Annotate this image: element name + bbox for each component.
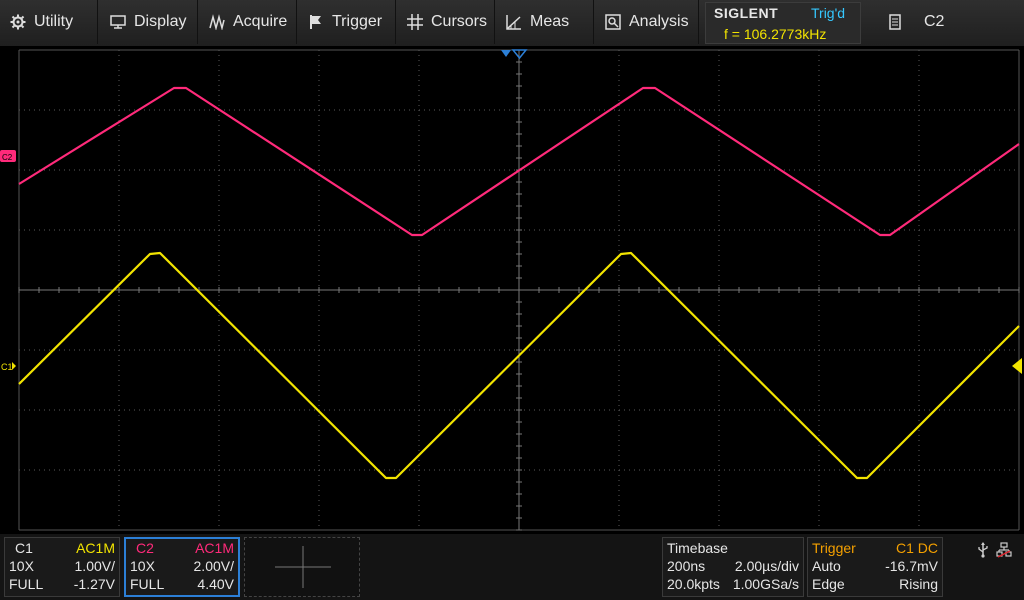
- gear-icon: [10, 14, 26, 30]
- plus-icon: [275, 546, 331, 588]
- trigger-status: Trig'd: [811, 5, 846, 21]
- c2-probe: 10X: [130, 558, 155, 574]
- monitor-icon: [110, 14, 126, 30]
- trigger-title: Trigger: [812, 540, 856, 556]
- cursors-label: Cursors: [431, 13, 488, 30]
- trigger-box[interactable]: Trigger C1 DC Auto -16.7mV Edge Rising: [807, 537, 943, 597]
- c1-name: C1: [15, 540, 33, 556]
- cursors-menu-button[interactable]: Cursors: [397, 0, 495, 44]
- trigger-position-marker[interactable]: [501, 49, 528, 60]
- c1-offset: -1.27V: [73, 576, 115, 592]
- display-label: Display: [134, 13, 187, 30]
- trigger-type: Edge: [812, 576, 845, 592]
- trigger-level-marker[interactable]: [1012, 358, 1022, 374]
- grid: [18, 49, 1020, 531]
- c2-bandwidth: FULL: [130, 576, 165, 592]
- utility-label: Utility: [34, 13, 74, 30]
- acquire-label: Acquire: [233, 13, 288, 30]
- c2-offset: 4.40V: [197, 576, 234, 592]
- trigger-label: Trigger: [332, 13, 383, 30]
- timebase-scale: 2.00µs/div: [734, 558, 799, 574]
- status-box: SIGLENT Trig'd f = 106.2773kHz: [705, 2, 861, 44]
- c1-coupling: AC1M: [76, 540, 115, 556]
- brand-logo: SIGLENT: [714, 5, 779, 21]
- c2-offset-marker[interactable]: C2: [0, 150, 16, 162]
- acquire-menu-button[interactable]: Acquire: [199, 0, 297, 44]
- network-icon: [996, 542, 1012, 558]
- c1-scale: 1.00V/: [74, 558, 115, 574]
- timebase-box[interactable]: Timebase 200ns 2.00µs/div 20.0kpts 1.00GSa…: [662, 537, 804, 597]
- c2-scale: 2.00V/: [193, 558, 234, 574]
- c1-probe: 10X: [9, 558, 34, 574]
- trigger-source: C1 DC: [895, 540, 938, 556]
- cursors-icon: [407, 14, 423, 30]
- frequency-readout: f = 106.2773kHz: [724, 26, 827, 42]
- add-channel-box[interactable]: [244, 537, 360, 597]
- analysis-label: Analysis: [629, 13, 689, 30]
- c1-channel-box[interactable]: C1 AC1M 10X 1.00V/ FULL -1.27V: [4, 537, 120, 597]
- c1-offset-marker[interactable]: C1: [1, 362, 16, 372]
- waveform-display[interactable]: C2 C1: [0, 46, 1024, 533]
- c2-coupling: AC1M: [195, 540, 234, 556]
- bottom-info-bar: C1 AC1M 10X 1.00V/ FULL -1.27V C2 AC1M 10X 2.…: [0, 534, 1024, 600]
- usb-icon: [978, 542, 988, 558]
- flag-icon: [308, 14, 324, 30]
- meas-label: Meas: [530, 13, 570, 30]
- c1-bandwidth: FULL: [9, 576, 44, 592]
- display-menu-button[interactable]: Display: [100, 0, 198, 44]
- c2-channel-box[interactable]: C2 AC1M 10X 2.00V/ FULL 4.40V: [124, 537, 240, 597]
- c1-marker-label: C1: [1, 362, 13, 372]
- selected-channel-label: C2: [924, 13, 945, 30]
- trigger-menu-button[interactable]: Trigger: [298, 0, 396, 44]
- waveform-canvas: C2 C1: [0, 49, 1022, 531]
- utility-menu-button[interactable]: Utility: [0, 0, 98, 44]
- trigger-level: -16.7mV: [885, 558, 938, 574]
- timebase-title: Timebase: [667, 540, 728, 556]
- trigger-slope: Rising: [899, 576, 938, 592]
- timebase-delay: 200ns: [667, 558, 706, 574]
- timebase-points: 20.0kpts: [667, 576, 720, 592]
- c2-name: C2: [136, 540, 154, 556]
- analysis-icon: [605, 14, 621, 30]
- meas-menu-button[interactable]: Meas: [496, 0, 594, 44]
- trigger-mode: Auto: [812, 558, 841, 574]
- channel-selector[interactable]: C2: [880, 0, 1024, 44]
- timebase-rate: 1.00GSa/s: [732, 576, 799, 592]
- measure-icon: [506, 14, 522, 30]
- analysis-menu-button[interactable]: Analysis: [595, 0, 699, 44]
- menu-list-icon: [888, 14, 902, 30]
- top-menu-bar: Utility Display Acquire Trigger Cursors …: [0, 0, 1024, 47]
- c2-marker-label: C2: [2, 153, 13, 162]
- acquire-icon: [209, 14, 225, 30]
